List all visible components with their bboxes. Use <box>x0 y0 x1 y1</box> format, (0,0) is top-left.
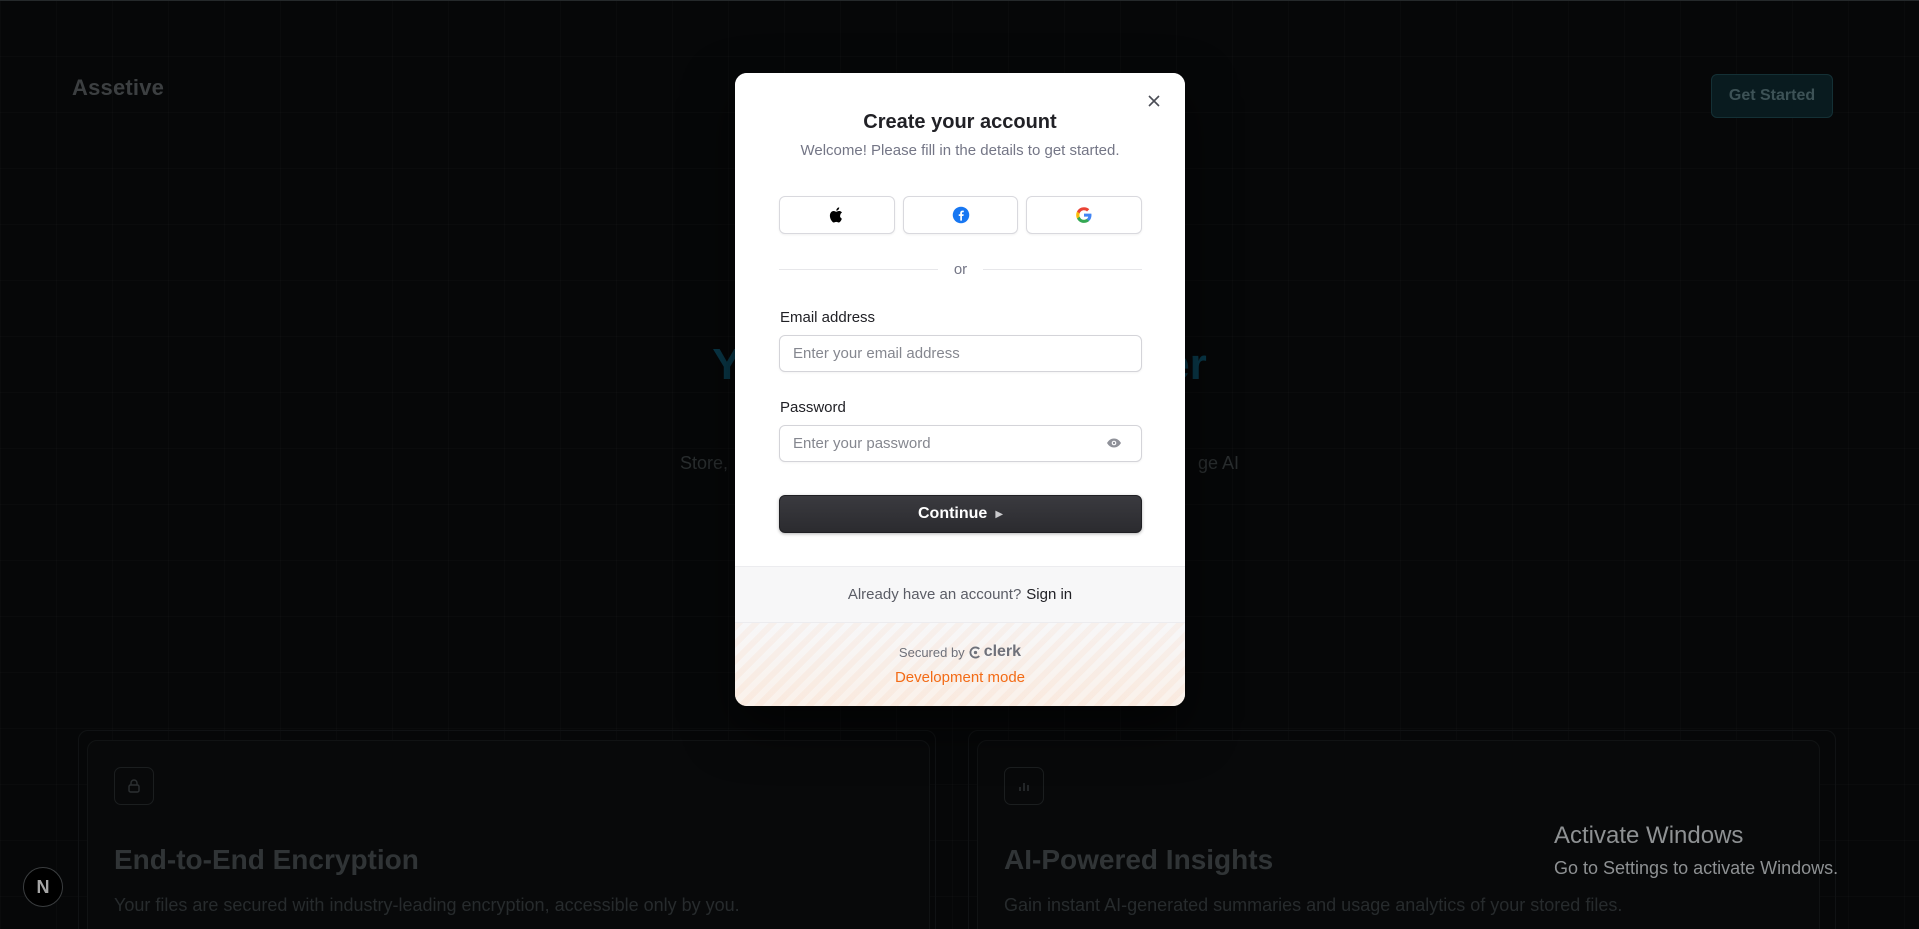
divider-line <box>779 269 938 270</box>
clerk-wordmark: clerk <box>983 643 1022 660</box>
email-label: Email address <box>780 309 876 326</box>
facebook-icon <box>952 206 969 224</box>
clerk-icon <box>969 645 980 659</box>
caret-right-icon: ▶ <box>995 508 1004 520</box>
facebook-login-button[interactable] <box>902 196 1019 234</box>
divider-text: or <box>953 261 968 278</box>
signin-footer: Already have an account? Sign in <box>735 566 1185 622</box>
apple-icon <box>829 207 842 223</box>
signup-modal: Create your account Welcome! Please fill… <box>735 73 1185 706</box>
secured-by-text: Secured by <box>898 644 965 660</box>
or-divider: or <box>779 261 1142 278</box>
activate-subtitle: Go to Settings to activate Windows. <box>1554 858 1839 878</box>
modal-subtitle: Welcome! Please fill in the details to g… <box>800 142 1120 159</box>
activate-title: Activate Windows <box>1554 822 1744 849</box>
development-mode-label: Development mode <box>894 669 1026 686</box>
password-label: Password <box>780 399 846 416</box>
continue-label: Continue <box>917 505 988 522</box>
dev-footer: Secured by clerk Development mode <box>735 622 1185 706</box>
signin-link[interactable]: Sign in <box>1026 586 1072 603</box>
email-field[interactable] <box>779 335 1142 372</box>
close-icon[interactable] <box>1142 89 1166 113</box>
continue-button[interactable]: Continue ▶ <box>779 495 1142 533</box>
modal-title: Create your account <box>863 111 1057 133</box>
google-icon <box>1076 207 1092 223</box>
show-password-icon[interactable] <box>1106 435 1122 451</box>
modal-body: Create your account Welcome! Please fill… <box>735 73 1185 566</box>
google-login-button[interactable] <box>1026 196 1143 234</box>
password-field[interactable] <box>779 425 1142 462</box>
activate-windows-watermark: Activate Windows Go to Settings to activ… <box>1554 822 1838 879</box>
apple-login-button[interactable] <box>779 196 895 234</box>
secured-by: Secured by clerk <box>899 643 1021 661</box>
clerk-logo[interactable]: clerk <box>969 643 1021 661</box>
divider-line <box>983 269 1142 270</box>
signin-prompt: Already have an account? <box>847 586 1022 603</box>
social-login-row <box>779 196 1143 234</box>
